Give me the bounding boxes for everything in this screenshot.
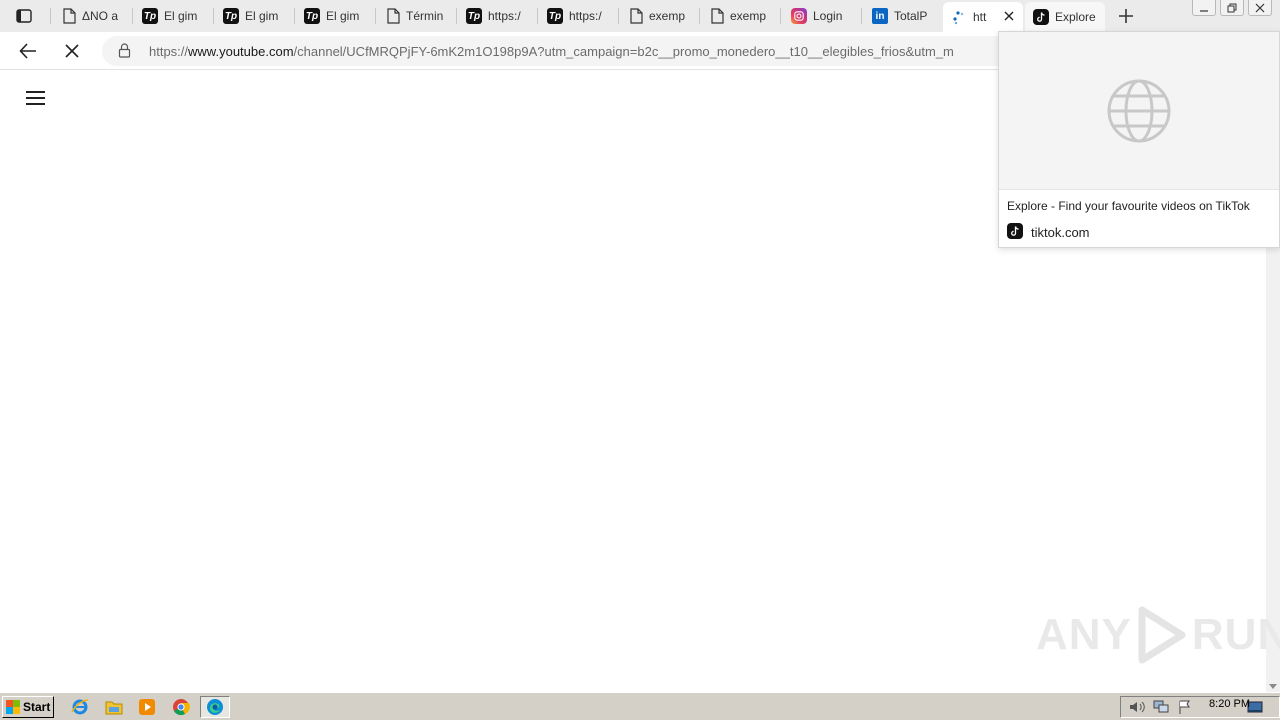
hover-card-domain: tiktok.com	[1031, 225, 1090, 240]
tab-separator	[537, 8, 538, 24]
edge-icon	[207, 699, 223, 715]
tab-separator	[50, 8, 51, 24]
browser-tab[interactable]: Tp https:/	[458, 4, 536, 28]
tab-separator	[456, 8, 457, 24]
instagram-icon	[791, 8, 807, 24]
tab-separator	[618, 8, 619, 24]
system-tray	[1120, 696, 1280, 718]
windows-logo-icon	[6, 700, 20, 714]
action-center-flag-icon[interactable]	[1177, 700, 1193, 714]
url-path: /channel/UCfMRQPjFY-6mK2m1O198p9A?utm_ca…	[293, 44, 954, 59]
browser-tab[interactable]: exemp	[621, 4, 699, 28]
tab-strip: ΔNO a Tp El gim Tp El gim Tp El gim Térm…	[0, 0, 1280, 32]
media-player-icon[interactable]	[137, 697, 157, 717]
tab-title: exemp	[730, 9, 767, 23]
totalplay-icon: Tp	[223, 8, 239, 24]
minimize-button[interactable]	[1192, 0, 1216, 16]
document-icon	[387, 8, 400, 24]
new-tab-plus-icon[interactable]	[1116, 6, 1136, 26]
url-text[interactable]: https://www.youtube.com/channel/UCfMRQPj…	[149, 44, 954, 59]
tab-separator	[699, 8, 700, 24]
tab-title: Explore	[1055, 10, 1096, 24]
browser-tab[interactable]: Tp El gim	[296, 4, 374, 28]
browser-tab-active[interactable]: htt	[943, 2, 1023, 32]
menu-hamburger-icon[interactable]	[26, 91, 46, 107]
tiktok-icon	[1007, 223, 1023, 239]
browser-tab[interactable]: Login	[783, 4, 861, 28]
browser-tab[interactable]: Tp El gim	[134, 4, 212, 28]
tiktok-icon	[1033, 9, 1049, 25]
tab-title: El gim	[326, 9, 360, 23]
lock-icon[interactable]	[118, 43, 131, 58]
browser-tab[interactable]: Tp El gim	[215, 4, 293, 28]
network-icon[interactable]	[1153, 700, 1169, 714]
close-tab-icon[interactable]	[1003, 10, 1015, 22]
document-icon	[63, 8, 76, 24]
globe-icon	[1107, 79, 1171, 142]
linkedin-icon: in	[872, 8, 888, 24]
browser-tab[interactable]: ΔNO a	[54, 4, 132, 28]
start-button[interactable]: Start	[2, 696, 54, 718]
tab-separator	[294, 8, 295, 24]
browser-tab[interactable]: in TotalP	[864, 4, 942, 28]
tab-title: El gim	[164, 9, 198, 23]
tab-title: htt	[973, 10, 987, 24]
tab-actions-icon[interactable]	[8, 6, 40, 26]
document-icon	[630, 8, 643, 24]
tab-title: https:/	[569, 9, 602, 23]
tab-hover-card: Explore - Find your favourite videos on …	[998, 31, 1280, 248]
stop-loading-button[interactable]	[60, 39, 84, 63]
scroll-down-arrow-icon[interactable]	[1269, 684, 1277, 689]
tab-separator	[780, 8, 781, 24]
tab-separator	[213, 8, 214, 24]
back-arrow-icon	[19, 43, 36, 59]
taskbar: Start 8:20 PM	[0, 692, 1280, 720]
totalplay-icon: Tp	[304, 8, 320, 24]
chrome-icon[interactable]	[171, 697, 191, 717]
taskbar-clock[interactable]: 8:20 PM	[1209, 698, 1250, 710]
restore-button[interactable]	[1220, 0, 1244, 16]
edge-taskbar-button[interactable]	[200, 696, 230, 718]
tab-title: ΔNO a	[82, 9, 119, 23]
window-controls	[1192, 0, 1272, 16]
address-bar[interactable]: https://www.youtube.com/channel/UCfMRQPj…	[102, 36, 1102, 66]
tab-title: exemp	[649, 9, 686, 23]
anyrun-watermark: ANY RUN	[1036, 606, 1280, 664]
hover-card-title: Explore - Find your favourite videos on …	[1007, 199, 1250, 213]
browser-tab[interactable]: Términ	[378, 4, 456, 28]
close-window-button[interactable]	[1248, 0, 1272, 16]
totalplay-icon: Tp	[466, 8, 482, 24]
url-host: www.youtube.com	[188, 44, 294, 59]
browser-tab[interactable]: exemp	[702, 4, 780, 28]
tab-title: Términ	[406, 9, 444, 23]
tab-title: El gim	[245, 9, 279, 23]
volume-icon[interactable]	[1129, 700, 1145, 714]
browser-tab[interactable]: Explore	[1025, 2, 1105, 32]
url-scheme: https://	[149, 44, 189, 59]
browser-tab[interactable]: Tp https:/	[539, 4, 617, 28]
tab-title: TotalP	[894, 9, 928, 23]
hover-card-preview	[999, 32, 1279, 190]
tab-separator	[375, 8, 376, 24]
play-logo-icon	[1138, 606, 1186, 664]
close-icon	[65, 44, 79, 58]
tab-title: Login	[813, 9, 843, 23]
file-explorer-icon[interactable]	[104, 697, 124, 717]
internet-explorer-icon[interactable]	[70, 697, 90, 717]
totalplay-icon: Tp	[142, 8, 158, 24]
watermark-right: RUN	[1191, 610, 1280, 659]
loading-icon	[953, 11, 964, 25]
back-button[interactable]	[16, 39, 40, 63]
tab-separator	[132, 8, 133, 24]
start-label: Start	[23, 700, 51, 714]
tab-title: https:/	[488, 9, 521, 23]
tab-separator	[861, 8, 862, 24]
watermark-left: ANY	[1036, 610, 1132, 659]
document-icon	[711, 8, 724, 24]
totalplay-icon: Tp	[547, 8, 563, 24]
